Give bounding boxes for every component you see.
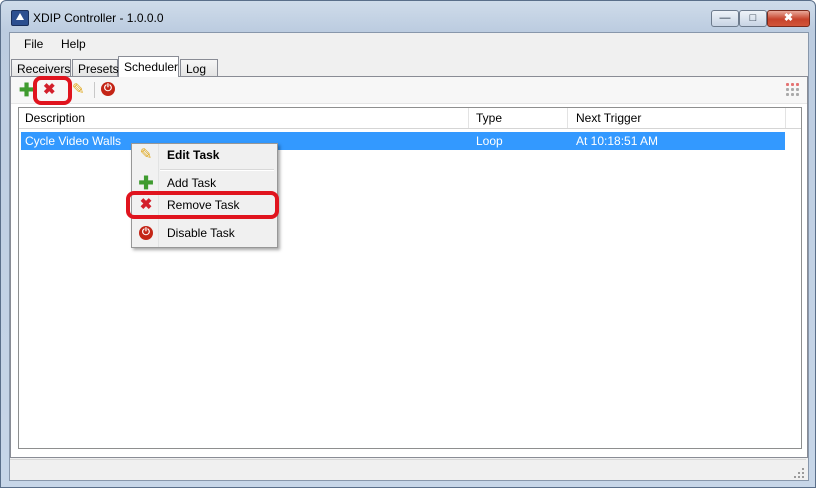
tab-strip: Receivers Presets Scheduler Log <box>10 56 808 77</box>
edit-task-button[interactable]: ✎ <box>72 82 88 98</box>
column-next-trigger[interactable]: Next Trigger <box>576 111 641 125</box>
context-add-task-label: Add Task <box>167 176 217 190</box>
window-title: XDIP Controller - 1.0.0.0 <box>33 11 164 25</box>
tab-log[interactable]: Log <box>180 59 218 76</box>
column-type[interactable]: Type <box>476 111 502 125</box>
tab-presets[interactable]: Presets <box>72 59 119 76</box>
pencil-icon: ✎ <box>72 81 85 98</box>
context-disable-task[interactable]: ⏻ Disable Task <box>134 222 274 244</box>
row-description: Cycle Video Walls <box>25 134 122 148</box>
client-area: File Help Receivers Presets Scheduler Lo… <box>9 32 809 481</box>
column-description[interactable]: Description <box>25 111 85 125</box>
context-edit-task[interactable]: ✎ Edit Task <box>134 144 274 166</box>
menu-help[interactable]: Help <box>61 37 86 51</box>
disable-task-button[interactable]: ⏻ <box>101 82 117 98</box>
remove-button-annotation <box>33 76 72 105</box>
status-bar <box>10 459 806 480</box>
column-divider <box>468 108 469 128</box>
column-divider <box>785 108 786 128</box>
tab-receivers[interactable]: Receivers <box>11 59 71 76</box>
remove-task-annotation <box>126 191 279 219</box>
toolbar: ✚ ✖ ✎ ⏻ <box>11 77 807 104</box>
row-type: Loop <box>476 134 503 148</box>
app-window: XDIP Controller - 1.0.0.0 — □ ✖ File Hel… <box>0 0 816 488</box>
toolbar-separator <box>94 82 95 98</box>
context-edit-task-label: Edit Task <box>167 148 220 162</box>
close-button[interactable]: ✖ <box>767 10 810 27</box>
app-logo-icon <box>11 10 29 26</box>
row-next-trigger: At 10:18:51 AM <box>576 134 659 148</box>
resize-grip-icon[interactable] <box>794 468 804 478</box>
power-icon: ⏻ <box>138 225 154 241</box>
context-disable-task-label: Disable Task <box>167 226 235 240</box>
toolbar-grip-icon[interactable] <box>786 83 801 98</box>
pencil-icon: ✎ <box>139 146 153 163</box>
plus-icon: ✚ <box>19 80 35 100</box>
menu-bar: File Help <box>10 33 808 55</box>
context-separator <box>160 169 274 171</box>
scheduler-page: ✚ ✖ ✎ ⏻ Description Type Next Trigger Cy… <box>10 76 808 458</box>
minimize-button[interactable]: — <box>711 10 739 27</box>
maximize-button[interactable]: □ <box>739 10 767 27</box>
column-divider <box>567 108 568 128</box>
title-bar: XDIP Controller - 1.0.0.0 — □ ✖ <box>1 1 815 33</box>
menu-file[interactable]: File <box>24 37 43 51</box>
tab-scheduler[interactable]: Scheduler <box>118 56 179 77</box>
grid-header: Description Type Next Trigger <box>19 108 801 129</box>
power-icon: ⏻ <box>101 82 115 96</box>
plus-icon: ✚ <box>138 173 154 193</box>
